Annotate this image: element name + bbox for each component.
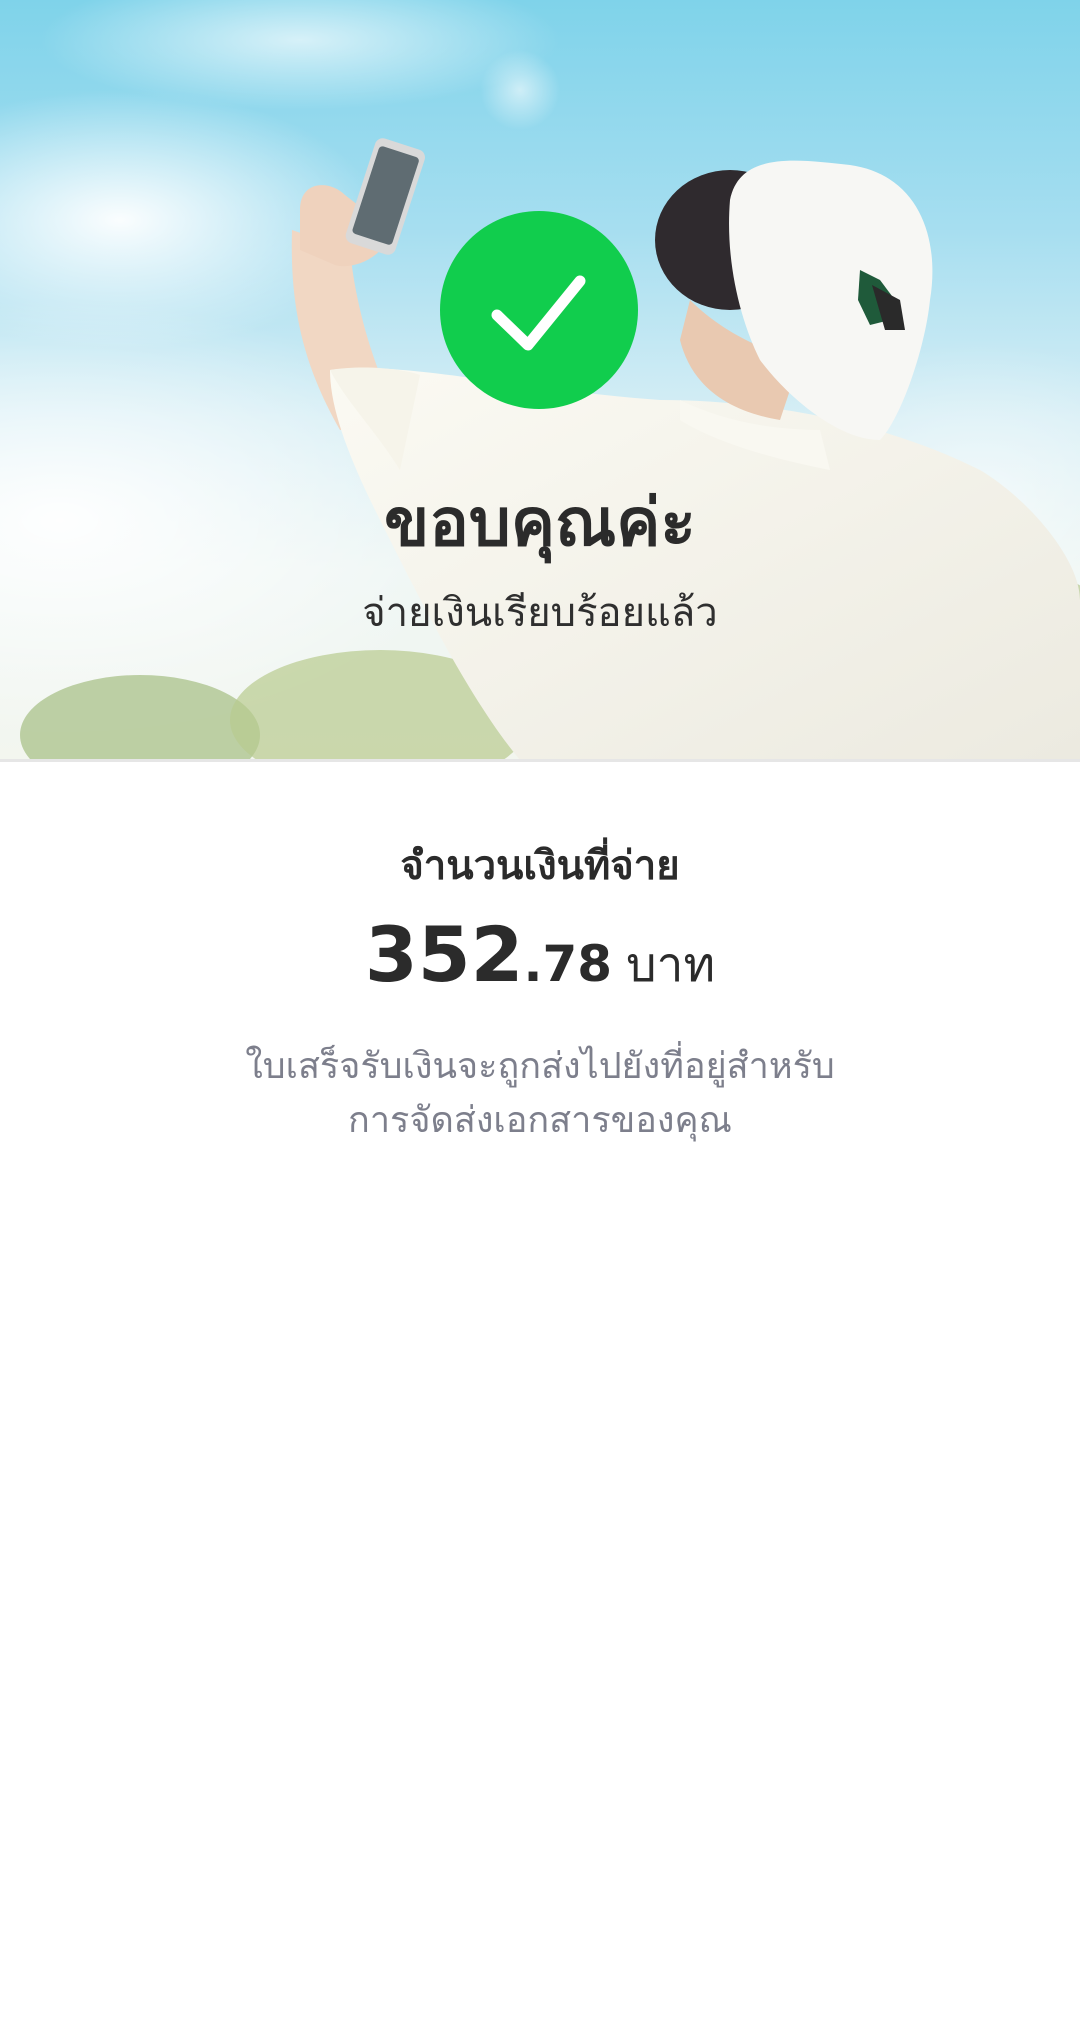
amount-integer: 352 bbox=[364, 910, 524, 999]
payment-complete-subtitle: จ่ายเงินเรียบร้อยแล้ว bbox=[362, 590, 718, 636]
receipt-notice: ใบเสร็จรับเงินจะถูกส่งไปยังที่อยู่สำหรับ… bbox=[140, 1040, 940, 1148]
receipt-notice-line-2: การจัดส่งเอกสารของคุณ bbox=[348, 1100, 732, 1141]
hero-banner: ขอบคุณค่ะ จ่ายเงินเรียบร้อยแล้ว bbox=[0, 0, 1080, 760]
success-badge bbox=[440, 211, 638, 409]
checkmark-icon bbox=[491, 275, 586, 351]
amount-decimal: .78 bbox=[523, 935, 613, 993]
thank-you-title: ขอบคุณค่ะ bbox=[384, 484, 696, 561]
amount-paid-value: 352.78 บาท bbox=[0, 905, 1080, 1015]
receipt-notice-line-1: ใบเสร็จรับเงินจะถูกส่งไปยังที่อยู่สำหรับ bbox=[245, 1046, 835, 1087]
amount-paid-label: จำนวนเงินที่จ่าย bbox=[400, 843, 680, 889]
payment-success-screen: ขอบคุณค่ะ จ่ายเงินเรียบร้อยแล้ว จำนวนเงิ… bbox=[0, 0, 1080, 2031]
currency-unit: บาท bbox=[626, 937, 716, 993]
hero-divider bbox=[0, 759, 1080, 762]
